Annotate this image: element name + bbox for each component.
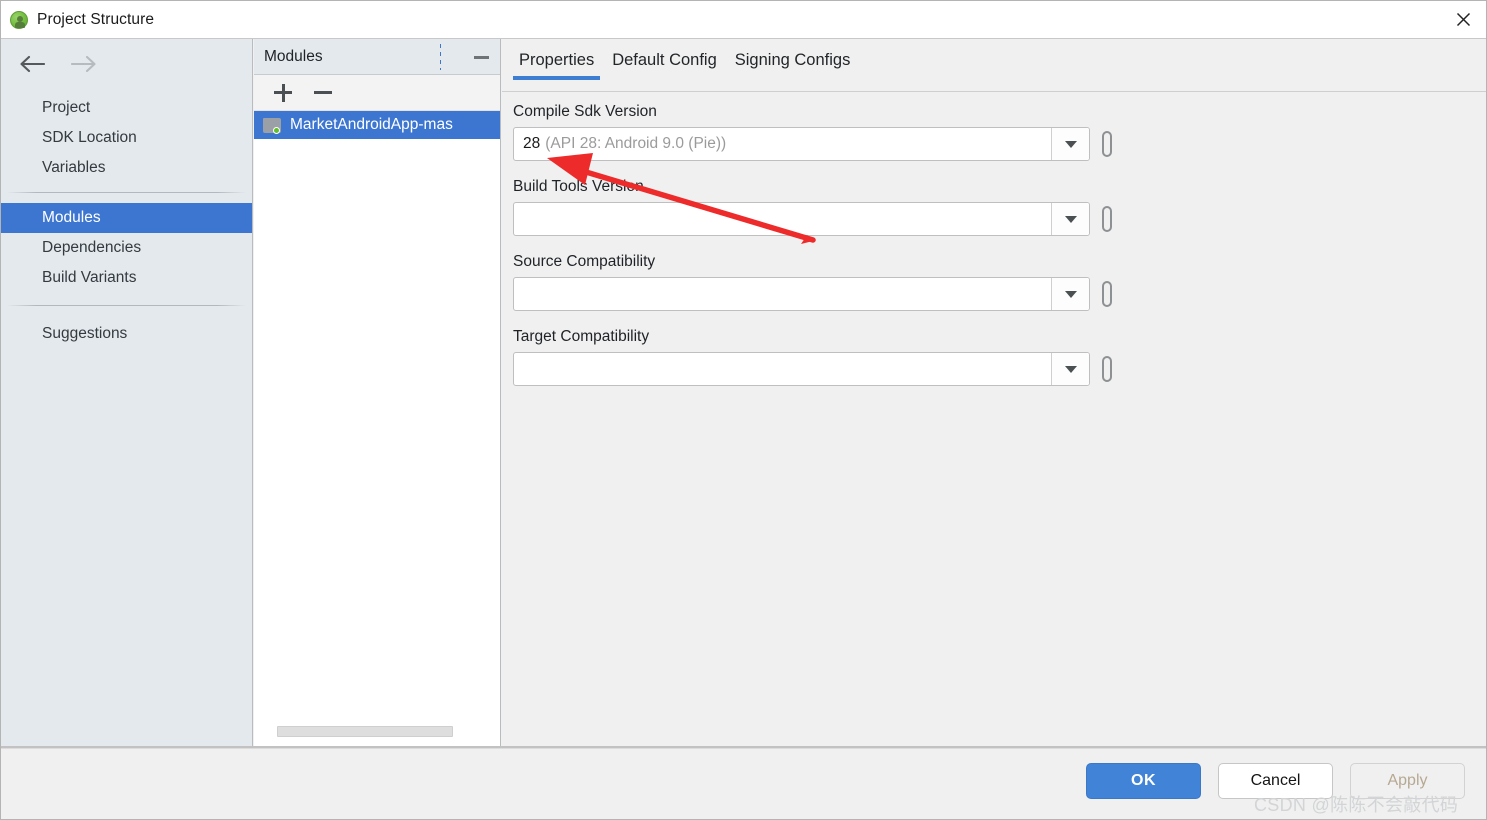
tab-properties[interactable]: Properties [510,39,603,80]
csdn-watermark: CSDN @陈陈不会敲代码 [1254,795,1459,815]
tab-active-underline [513,76,601,80]
forward-arrow-icon [71,55,96,73]
target-compatibility-label: Target Compatibility [513,328,650,345]
compile-sdk-version-variable-icon[interactable] [1102,131,1112,157]
back-button[interactable] [17,51,47,77]
scrollbar-thumb[interactable] [277,726,453,737]
tab-properties-label: Properties [519,51,595,69]
compile-sdk-version-primary: 28 [523,135,541,152]
tab-default-config-label: Default Config [612,51,717,69]
build-tools-version-value[interactable] [514,203,1051,235]
properties-form: Compile Sdk Version 28 (API 28: Android … [513,103,1486,403]
source-compatibility-variable-icon[interactable] [1102,281,1112,307]
tab-bar-divider [502,91,1486,92]
tab-bar: Properties Default Config Signing Config… [502,39,1486,92]
modules-toolbar [254,75,500,111]
panel-splitter-handle[interactable] [440,44,441,70]
target-compatibility-value[interactable] [514,353,1051,385]
sidebar-item-project[interactable]: Project [1,93,252,123]
chevron-down-icon [1064,215,1077,223]
modules-horizontal-scrollbar[interactable] [263,724,491,738]
project-structure-dialog: Project Structure Project SDK Location V… [0,0,1487,820]
compile-sdk-version-value[interactable]: 28 (API 28: Android 9.0 (Pie)) [514,128,1051,160]
field-target-compatibility: Target Compatibility [513,328,1486,386]
minimize-icon [473,55,489,59]
compile-sdk-version-secondary: (API 28: Android 9.0 (Pie)) [545,135,727,152]
navigation-arrows [1,39,252,77]
navigation-sidebar: Project SDK Location Variables Modules D… [1,39,253,747]
close-icon [1456,12,1470,27]
window-title: Project Structure [37,10,155,28]
sidebar-list: Project SDK Location Variables Modules D… [1,93,252,349]
tab-default-config[interactable]: Default Config [603,39,726,70]
target-compatibility-dropdown-button[interactable] [1051,353,1089,385]
sidebar-item-sdk-location[interactable]: SDK Location [1,123,252,153]
tab-signing-configs[interactable]: Signing Configs [726,39,860,70]
sidebar-divider-2 [7,305,246,306]
module-name-label: MarketAndroidApp-mas [290,116,453,133]
sidebar-item-build-variants[interactable]: Build Variants [1,263,252,293]
remove-module-button[interactable] [312,82,334,104]
minimize-panel-button[interactable] [471,48,491,66]
build-tools-version-label: Build Tools Version [513,178,644,195]
target-compatibility-variable-icon[interactable] [1102,356,1112,382]
sidebar-item-modules[interactable]: Modules [1,203,252,233]
sidebar-item-dependencies[interactable]: Dependencies [1,233,252,263]
compile-sdk-version-dropdown-button[interactable] [1051,128,1089,160]
tab-signing-configs-label: Signing Configs [734,51,851,69]
close-button[interactable] [1440,1,1486,38]
chevron-down-icon [1064,140,1077,148]
sidebar-item-suggestions[interactable]: Suggestions [1,319,252,349]
ok-button[interactable]: OK [1086,763,1201,799]
source-compatibility-label: Source Compatibility [513,253,656,270]
source-compatibility-combobox[interactable] [513,277,1090,311]
build-tools-version-variable-icon[interactable] [1102,206,1112,232]
field-source-compatibility: Source Compatibility [513,253,1486,311]
chevron-down-icon [1064,290,1077,298]
sidebar-item-variables[interactable]: Variables [1,153,252,183]
compile-sdk-version-label: Compile Sdk Version [513,103,657,120]
chevron-down-icon [1064,365,1077,373]
build-tools-version-dropdown-button[interactable] [1051,203,1089,235]
compile-sdk-version-combobox[interactable]: 28 (API 28: Android 9.0 (Pie)) [513,127,1090,161]
properties-content: Properties Default Config Signing Config… [502,39,1486,747]
android-studio-icon [10,10,28,29]
list-item[interactable]: MarketAndroidApp-mas [254,111,500,139]
modules-panel: Modules MarketAndroidApp-mas [254,39,501,747]
modules-panel-header: Modules [254,39,500,75]
forward-button[interactable] [69,51,99,77]
field-build-tools-version: Build Tools Version [513,178,1486,236]
field-compile-sdk-version: Compile Sdk Version 28 (API 28: Android … [513,103,1486,161]
modules-panel-title: Modules [264,47,323,65]
add-module-button[interactable] [272,82,294,104]
title-bar: Project Structure [1,1,1486,39]
source-compatibility-value[interactable] [514,278,1051,310]
source-compatibility-dropdown-button[interactable] [1051,278,1089,310]
build-tools-version-combobox[interactable] [513,202,1090,236]
back-arrow-icon [20,55,45,73]
sidebar-divider-1 [7,192,246,193]
module-folder-icon [263,117,281,134]
target-compatibility-combobox[interactable] [513,352,1090,386]
